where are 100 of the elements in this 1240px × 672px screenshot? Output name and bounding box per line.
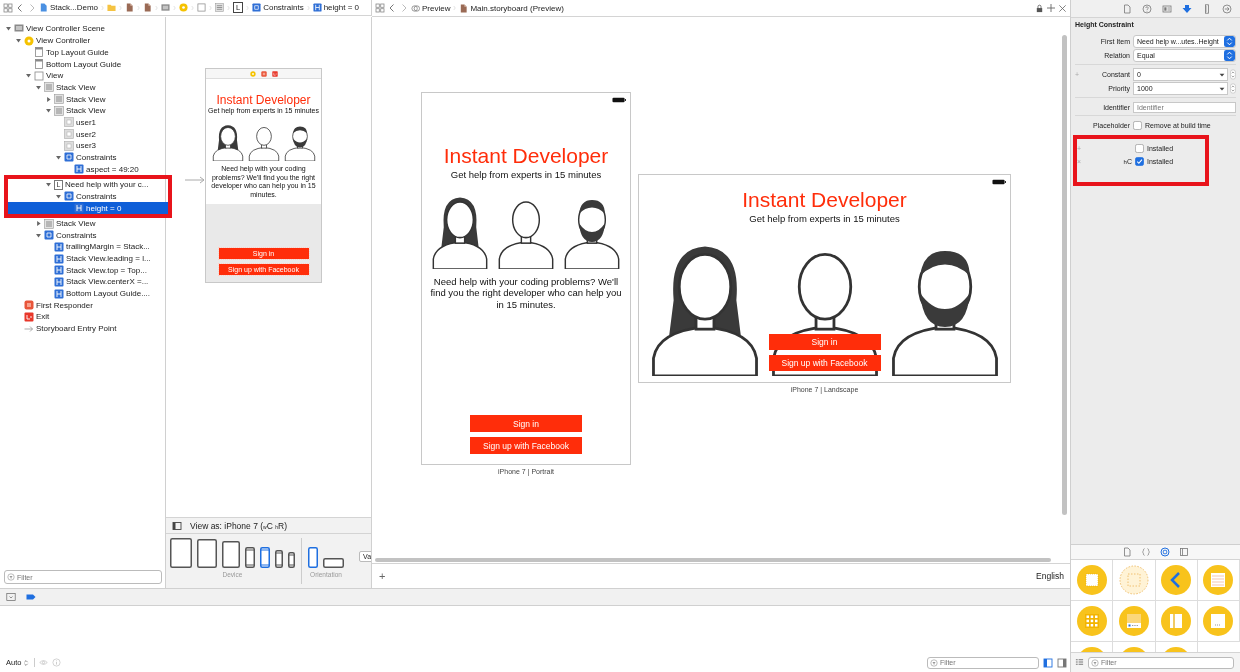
outline-item[interactable]: Bottom Layout Guide [0,58,165,70]
outline-item[interactable]: View Controller [0,35,165,47]
breakpoint-icon[interactable] [26,592,36,603]
help-icon[interactable] [1142,3,1152,14]
app-button[interactable]: Sign up with Facebook [768,355,881,371]
outline-item[interactable]: Top Layout Guide [0,46,165,59]
outline-item[interactable]: user2 [0,128,165,140]
tablet-icon[interactable] [170,538,192,569]
lock-icon[interactable] [1035,3,1044,13]
triangle-down-icon[interactable] [14,37,22,45]
portrait-icon[interactable] [308,547,318,569]
language-label[interactable]: English [1036,571,1064,582]
outline-item[interactable]: user3 [0,139,165,152]
triangle-down-icon[interactable] [54,192,62,200]
landscape-icon[interactable] [323,558,344,569]
outline-item[interactable]: Stack View [0,104,165,117]
chevron-left-icon[interactable] [387,3,397,13]
triangle-down-icon[interactable] [54,153,62,161]
film-icon[interactable] [1179,547,1189,557]
document-icon[interactable] [1122,3,1132,14]
outline-item[interactable]: Storyboard Entry Point [0,322,165,335]
chevron-right-icon[interactable] [27,2,37,13]
triangle-right-icon[interactable] [34,220,42,228]
circle-icon [179,3,188,12]
checkbox[interactable] [1133,120,1142,130]
outline-item[interactable]: Stack View.top = Top... [0,264,165,277]
breadcrumb-item[interactable] [125,3,134,12]
phone-icon[interactable] [275,550,283,569]
breadcrumb-item[interactable] [215,3,224,12]
outline-item[interactable]: trailingMargin = Stack... [0,241,165,253]
chevron-right-icon[interactable] [399,3,409,13]
tablet-icon[interactable] [197,539,217,569]
breadcrumb-item[interactable]: Constraints [252,3,304,12]
outline-item[interactable]: aspect = 49:20 [0,163,165,175]
tablet-icon[interactable] [222,541,240,569]
triangle-down-icon[interactable] [34,83,42,91]
grid-icon[interactable] [375,3,385,13]
view-object-icon[interactable] [1076,565,1107,595]
document-icon [125,3,134,12]
app-button[interactable]: Sign in [470,415,582,432]
app-button[interactable]: Sign in [768,334,881,350]
breadcrumb-item[interactable]: Main.storyboard (Preview) [459,3,564,13]
outline-item[interactable]: Stack View [0,217,165,230]
app-button[interactable]: Sign up with Facebook [470,437,582,454]
outline-item[interactable]: View [0,69,165,82]
navigation-object-icon[interactable] [1161,565,1192,595]
console-icon[interactable] [6,592,16,603]
stepper-icon[interactable] [1230,69,1236,80]
outline-item[interactable]: Stack View.leading = l... [0,252,165,265]
breadcrumb-item[interactable]: Preview [411,3,451,13]
document-icon[interactable] [1122,547,1132,557]
triangle-down-icon[interactable] [44,181,52,189]
outline-item[interactable]: height = 0 [8,202,168,214]
phone-icon[interactable] [245,547,255,569]
outline-item[interactable]: Exit [0,311,165,323]
arrow-circle-icon[interactable] [1222,3,1232,14]
triangle-down-icon[interactable] [4,24,12,32]
grid-icon[interactable] [3,2,13,13]
scrollbar[interactable] [375,558,1051,563]
outline-item[interactable]: Stack View [0,93,165,105]
phone-icon[interactable] [260,547,270,569]
split-view-icon[interactable] [1043,657,1053,668]
stack-icon [44,218,54,229]
outline-item[interactable]: Stack View.centerX =... [0,276,165,288]
checkbox[interactable] [1135,156,1144,166]
outline-item[interactable]: Bottom Layout Guide.... [0,287,165,300]
battery-icon [612,97,626,103]
breadcrumb-item[interactable] [143,3,152,12]
scrollbar[interactable] [1062,35,1067,515]
triangle-down-icon[interactable] [34,231,42,239]
outline-item[interactable]: Constraints [0,229,165,242]
braces-icon[interactable] [1141,547,1151,557]
split-view-icon[interactable] [1057,657,1067,668]
outline-item[interactable]: First Responder [0,299,165,312]
message-text: Need help with your coding problems? We'll find you the right developer who can help you in 15 minutes. [429,275,623,312]
list-grid-icon[interactable] [1075,658,1084,667]
phone-icon[interactable] [288,552,295,569]
breadcrumb-item[interactable]: Stack...Demo [39,3,98,12]
id-card-icon[interactable] [1162,3,1172,14]
outline-item[interactable]: View Controller Scene [0,21,165,35]
checkbox[interactable] [1135,143,1144,153]
constraint-icon [312,3,322,12]
sidebar-icon[interactable] [172,520,182,531]
outline-item[interactable]: Constraints [0,151,165,164]
breadcrumb-item[interactable] [161,3,170,12]
ruler-icon[interactable] [1202,3,1212,14]
outline-item[interactable]: user1 [0,116,165,129]
breadcrumb-item[interactable]: height = 0 [312,3,360,12]
collection-object-icon[interactable] [1076,606,1107,636]
arrow-down-icon[interactable] [1182,3,1192,14]
target-icon[interactable] [1160,547,1170,557]
chevron-left-icon[interactable] [15,2,25,13]
triangle-down-icon[interactable] [24,72,32,80]
stepper-icon[interactable] [1230,83,1236,94]
triangle-right-icon[interactable] [44,95,52,103]
outline-item[interactable]: Constraints [8,190,168,203]
close-icon[interactable] [1058,3,1067,13]
outline-item[interactable]: Stack View [0,81,165,94]
triangle-down-icon[interactable] [44,107,52,115]
add-button[interactable]: + [379,570,386,583]
